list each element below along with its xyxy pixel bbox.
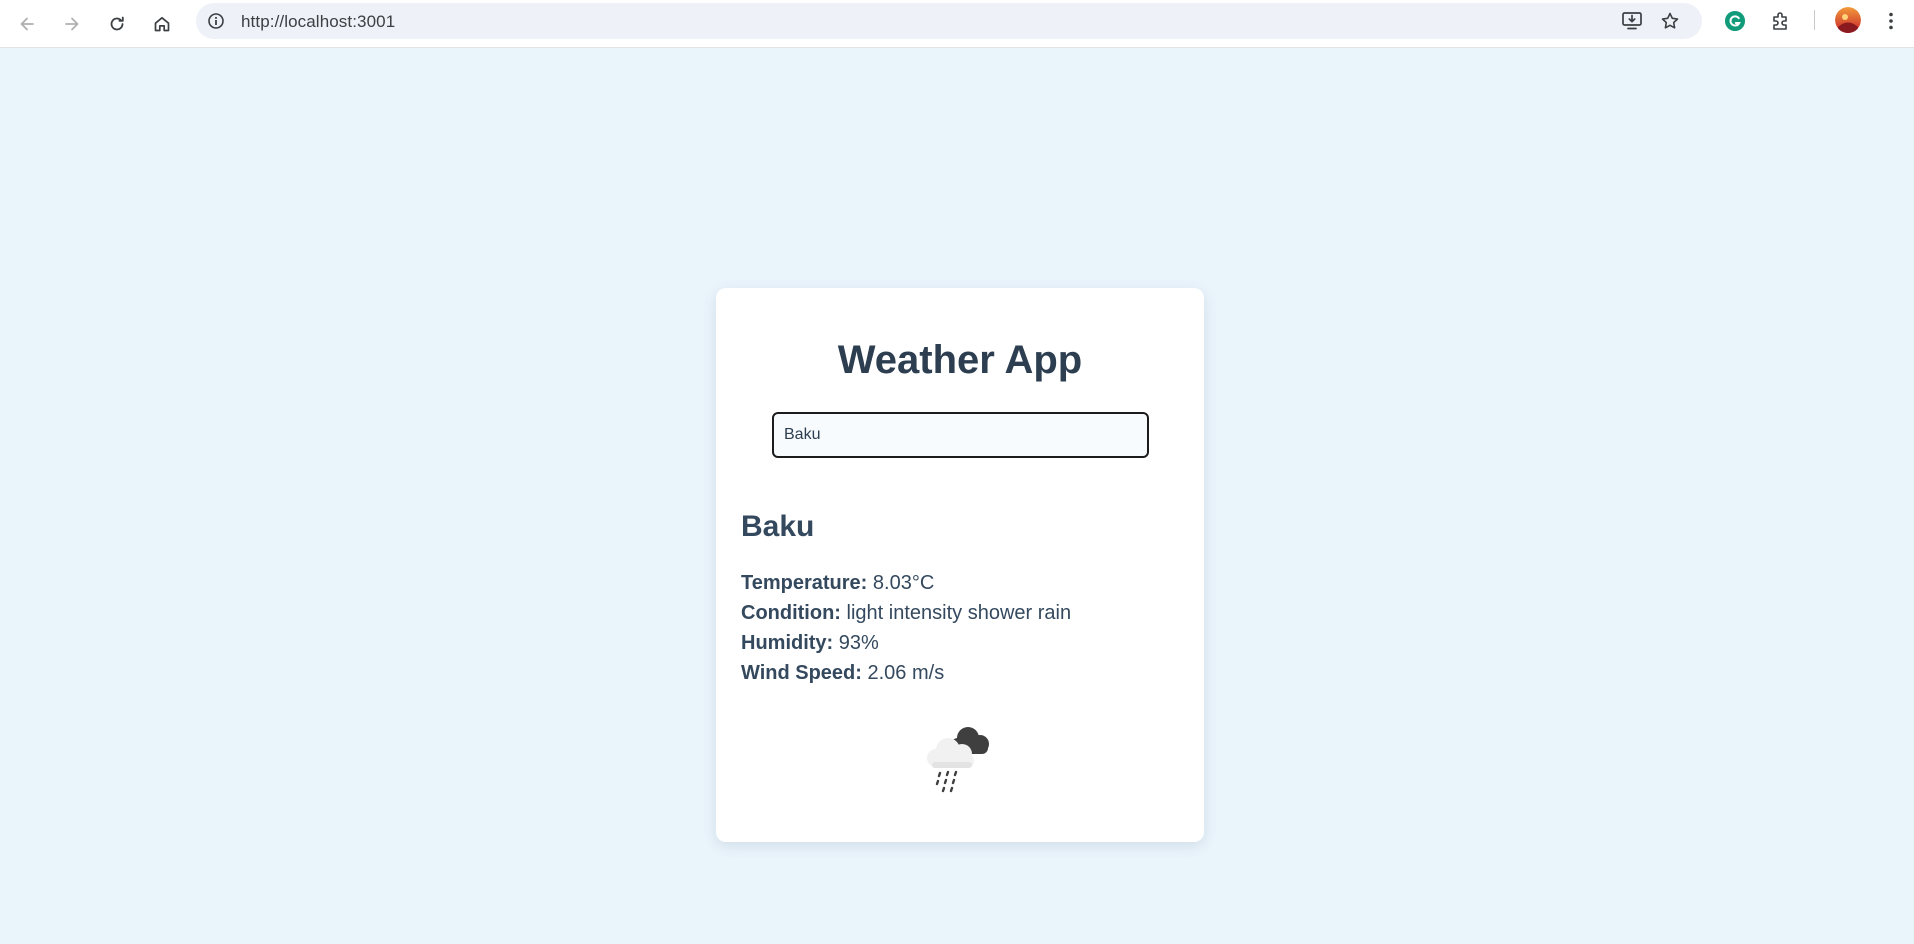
site-info-button[interactable] [202, 7, 230, 35]
forward-icon [65, 17, 79, 31]
browser-toolbar: http://localhost:3001 [0, 0, 1914, 48]
bookmark-button[interactable] [1656, 7, 1684, 35]
wind-speed-label: Wind Speed: [741, 662, 862, 684]
toolbar-divider [1814, 10, 1815, 30]
more-menu-icon [1889, 12, 1893, 30]
extensions-icon [1773, 12, 1787, 30]
more-menu-button[interactable] [1875, 5, 1907, 37]
wind-speed-row: Wind Speed: 2.06 m/s [741, 662, 944, 685]
temperature-value: 8.03°C [872, 572, 935, 594]
city-search-input[interactable] [772, 412, 1149, 458]
humidity-value: 93% [838, 632, 879, 654]
home-icon [154, 16, 170, 32]
city-name: Baku [741, 510, 815, 543]
address-bar[interactable]: http://localhost:3001 [196, 3, 1702, 39]
shower-rain-cloud-icon [927, 727, 989, 793]
temperature-label: Temperature: [741, 572, 868, 594]
wind-speed-value: 2.06 m/s [867, 662, 945, 684]
extensions-button[interactable] [1765, 5, 1797, 37]
install-app-button[interactable] [1618, 7, 1646, 35]
condition-label: Condition: [741, 602, 841, 624]
url-text[interactable]: http://localhost:3001 [241, 12, 395, 32]
weather-card: Weather App Baku Temperature: 8.03°C Con… [716, 288, 1204, 842]
humidity-row: Humidity: 93% [741, 632, 879, 655]
bookmark-star-icon [1661, 12, 1679, 29]
forward-button[interactable] [55, 7, 89, 41]
app-title: Weather App [837, 338, 1083, 382]
back-button[interactable] [10, 7, 44, 41]
install-icon [1622, 12, 1642, 30]
grammarly-icon [1725, 11, 1745, 31]
temperature-row: Temperature: 8.03°C [741, 572, 934, 595]
grammarly-extension-button[interactable] [1719, 5, 1751, 37]
profile-avatar-icon [1835, 7, 1861, 33]
back-icon [20, 17, 34, 31]
reload-icon [110, 16, 124, 31]
profile-avatar[interactable] [1835, 7, 1861, 33]
condition-row: Condition: light intensity shower rain [741, 602, 1071, 625]
home-button[interactable] [145, 7, 179, 41]
humidity-label: Humidity: [741, 632, 834, 654]
reload-button[interactable] [100, 7, 134, 41]
site-info-icon [208, 13, 224, 29]
condition-value: light intensity shower rain [846, 602, 1072, 624]
